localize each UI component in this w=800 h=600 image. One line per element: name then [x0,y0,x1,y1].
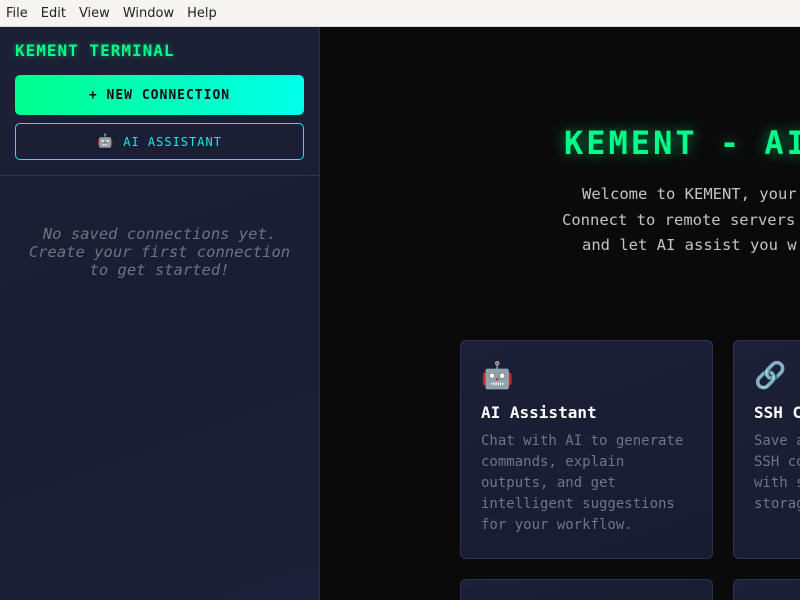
menu-help[interactable]: Help [187,6,217,21]
menu-view[interactable]: View [79,6,110,21]
sidebar-header: KEMENT TERMINAL + NEW CONNECTION 🤖 AI AS… [0,27,319,176]
welcome-line-3: and let AI assist you w [582,236,797,254]
card-description: Save a SSH co with s storag [754,433,800,512]
feature-card[interactable] [460,579,713,600]
ai-assistant-button[interactable]: 🤖 AI ASSISTANT [15,123,304,160]
menu-window[interactable]: Window [123,6,174,21]
main-panel: KEMENT - AI Welcome to KEMENT, your Conn… [320,27,800,600]
feature-card[interactable] [733,579,800,600]
empty-connections-message: No saved connections yet. Create your fi… [28,225,291,279]
ai-assistant-label: AI ASSISTANT [123,134,222,149]
menu-edit[interactable]: Edit [41,6,66,21]
feature-card-ai-assistant[interactable]: 🤖 AI Assistant Chat with AI to generate … [460,340,713,559]
welcome-line-2: Connect to remote servers [562,211,796,229]
page-title: KEMENT - AI [564,124,800,162]
menu-bar: File Edit View Window Help [0,0,800,27]
robot-icon: 🤖 [97,134,115,149]
card-description: Chat with AI to generate commands, expla… [481,433,684,533]
feature-card-ssh[interactable]: 🔗 SSH C Save a SSH co with s storag [733,340,800,559]
sidebar: KEMENT TERMINAL + NEW CONNECTION 🤖 AI AS… [0,27,320,600]
menu-file[interactable]: File [6,6,28,21]
link-icon: 🔗 [754,361,787,391]
robot-icon: 🤖 [481,361,514,391]
app-brand: KEMENT TERMINAL [15,41,175,60]
card-title: SSH C [754,403,800,422]
new-connection-button[interactable]: + NEW CONNECTION [15,75,304,115]
welcome-line-1: Welcome to KEMENT, your [582,185,797,203]
card-title: AI Assistant [481,403,597,422]
